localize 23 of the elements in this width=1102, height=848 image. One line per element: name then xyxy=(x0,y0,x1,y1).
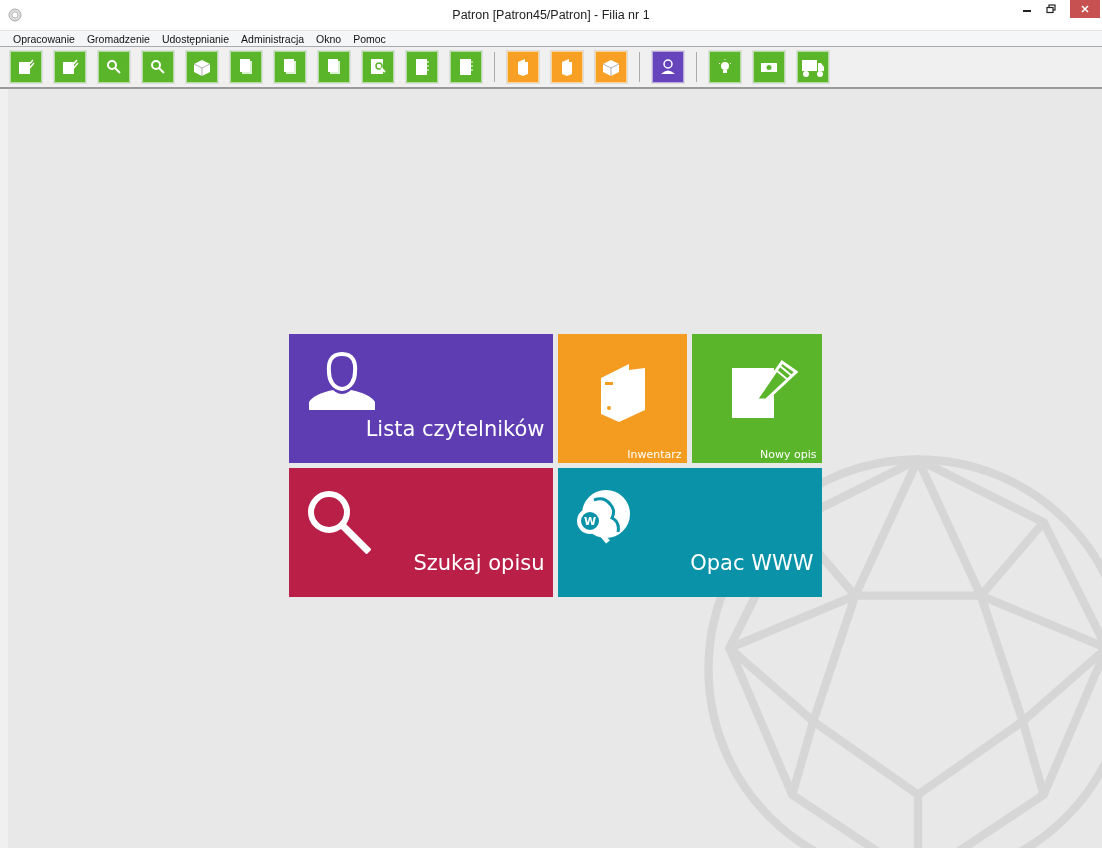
menu-item[interactable]: Udostępnianie xyxy=(161,32,230,45)
tile-label: Opac WWW xyxy=(690,551,814,575)
close-button[interactable] xyxy=(1070,0,1100,18)
window-title: Patron [Patron45/Patron] - Filia nr 1 xyxy=(452,8,650,22)
tile-label: Lista czytelników xyxy=(365,417,545,441)
note-pencil-icon xyxy=(731,358,798,418)
menu-tile[interactable]: Lista czytelników xyxy=(288,334,553,463)
toolbar-button[interactable] xyxy=(652,51,684,83)
menu-item[interactable]: Okno xyxy=(316,32,342,45)
menu-item[interactable]: Opracowanie xyxy=(13,32,75,45)
restore-icon[interactable] xyxy=(1046,4,1056,14)
tile-label: Nowy opis xyxy=(760,448,817,461)
close-icon xyxy=(1080,4,1090,14)
app-icon xyxy=(8,8,22,22)
menu-item[interactable]: Gromadzenie xyxy=(86,32,150,45)
tile-label: Inwentarz xyxy=(627,448,682,461)
person-icon xyxy=(308,352,375,410)
menu-item[interactable]: Pomoc xyxy=(353,32,386,45)
menu-tile[interactable]: Szukaj opisu xyxy=(288,468,553,597)
menu-tile[interactable]: W Opac WWW xyxy=(557,468,822,597)
menu-item[interactable]: Administracja xyxy=(241,32,305,45)
tile-label: Szukaj opisu xyxy=(413,551,545,575)
search-icon xyxy=(306,490,371,554)
